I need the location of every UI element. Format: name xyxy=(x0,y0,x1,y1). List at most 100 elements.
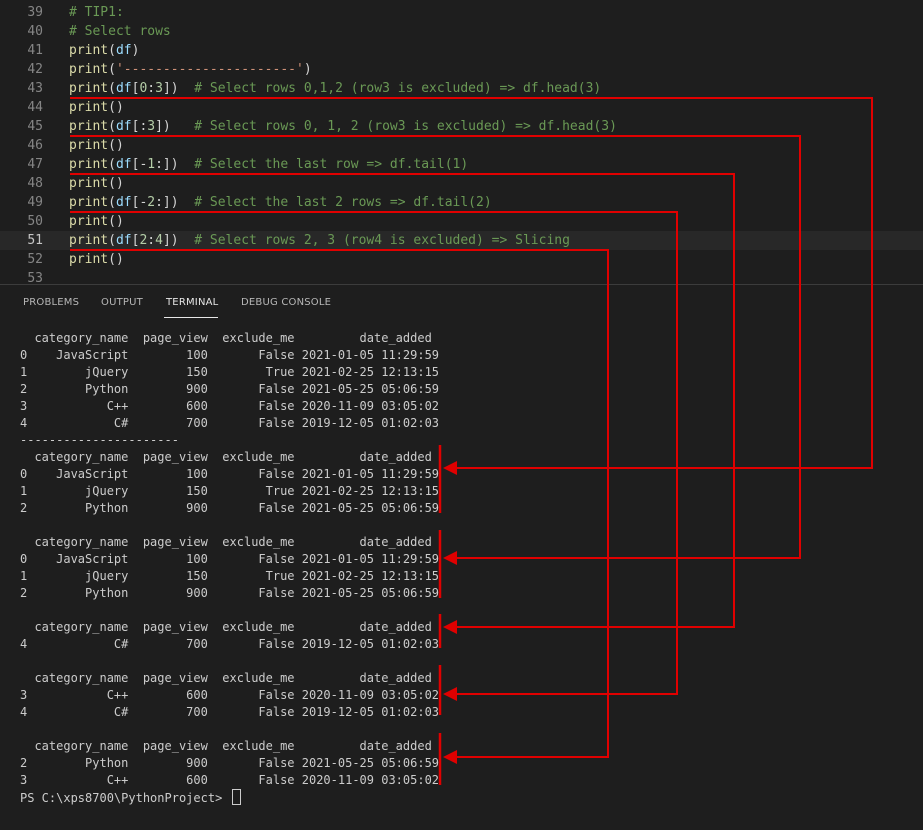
code-editor[interactable]: 39 # TIP1: 40 # Select rows 41 print(df) 42 pri… xyxy=(0,0,923,286)
code-token: print xyxy=(69,252,109,267)
terminal-line: category_name page_view exclude_me date_… xyxy=(20,739,432,753)
code-line[interactable]: 43 print(df[0:3]) # Select rows 0,1,2 (ro… xyxy=(0,79,923,98)
code-line[interactable]: 52 print() xyxy=(0,250,923,269)
code-text: print(df[2:4]) # Select rows 2, 3 (row4 … xyxy=(69,231,570,250)
terminal-line: 2 Python 900 False 2021-05-25 05:06:59 xyxy=(20,586,440,600)
code-token: print xyxy=(69,157,109,172)
code-token: print xyxy=(69,119,109,134)
line-number: 46 xyxy=(27,138,43,153)
code-token: [- xyxy=(131,195,148,210)
code-token: df xyxy=(115,157,132,172)
code-token: : xyxy=(147,233,156,248)
code-token: print xyxy=(69,176,109,191)
code-token: 3 xyxy=(147,119,156,134)
line-number: 51 xyxy=(27,233,43,248)
code-token: ( xyxy=(108,233,116,248)
terminal-line: 1 jQuery 150 True 2021-02-25 12:13:15 xyxy=(20,569,440,583)
code-line[interactable]: 49 print(df[-2:]) # Select the last 2 row… xyxy=(0,193,923,212)
code-text: print(df[:3]) # Select rows 0, 1, 2 (row… xyxy=(69,117,617,136)
tab-debug-console[interactable]: DEBUG CONSOLE xyxy=(241,297,331,308)
code-text: # Select rows xyxy=(69,22,171,41)
code-token: print xyxy=(69,214,109,229)
line-number: 40 xyxy=(27,24,43,39)
tab-terminal[interactable]: TERMINAL xyxy=(166,297,218,308)
code-token: ( xyxy=(108,157,116,172)
code-line[interactable]: 50 print() xyxy=(0,212,923,231)
code-line[interactable]: 42 print('----------------------') xyxy=(0,60,923,79)
code-token: () xyxy=(108,138,124,153)
terminal-line: 2 Python 900 False 2021-05-25 05:06:59 xyxy=(20,756,440,770)
code-token: # Select rows 0,1,2 (row3 is excluded) =… xyxy=(194,81,602,96)
code-token: print xyxy=(69,195,109,210)
line-number: 41 xyxy=(27,43,43,58)
terminal-line: 0 JavaScript 100 False 2021-01-05 11:29:… xyxy=(20,467,440,481)
code-token: '----------------------' xyxy=(115,62,304,77)
code-line[interactable]: 41 print(df) xyxy=(0,41,923,60)
code-line[interactable]: 47 print(df[-1:]) # Select the last row =… xyxy=(0,155,923,174)
code-token: () xyxy=(108,252,124,267)
code-token: ]) xyxy=(162,81,195,96)
code-line[interactable]: 40 # Select rows xyxy=(0,22,923,41)
code-token: print xyxy=(69,43,109,58)
terminal-line: 0 JavaScript 100 False 2021-01-05 11:29:… xyxy=(20,348,440,362)
code-token: :]) xyxy=(155,195,195,210)
code-token: 4 xyxy=(155,233,163,248)
line-number: 47 xyxy=(27,157,43,172)
code-token: ]) xyxy=(162,233,195,248)
bottom-panel: PROBLEMS OUTPUT TERMINAL DEBUG CONSOLE cate… xyxy=(0,284,923,830)
code-line[interactable]: 48 print() xyxy=(0,174,923,193)
line-number: 43 xyxy=(27,81,43,96)
terminal-cursor xyxy=(231,789,241,805)
tab-output[interactable]: OUTPUT xyxy=(101,297,143,308)
terminal-prompt[interactable]: PS C:\xps8700\PythonProject> xyxy=(20,789,241,806)
terminal-line: 3 C++ 600 False 2020-11-09 03:05:02 xyxy=(20,688,440,702)
code-token: df xyxy=(115,81,132,96)
terminal-line: 3 C++ 600 False 2020-11-09 03:05:02 xyxy=(20,399,440,413)
code-token: df xyxy=(115,195,132,210)
tab-problems[interactable]: PROBLEMS xyxy=(23,297,79,308)
terminal-line: 1 jQuery 150 True 2021-02-25 12:13:15 xyxy=(20,365,440,379)
code-line[interactable]: 45 print(df[:3]) # Select rows 0, 1, 2 (r… xyxy=(0,117,923,136)
line-number: 48 xyxy=(27,176,43,191)
terminal-line: 1 jQuery 150 True 2021-02-25 12:13:15 xyxy=(20,484,440,498)
terminal-line: ---------------------- xyxy=(20,433,179,447)
code-line[interactable]: 46 print() xyxy=(0,136,923,155)
code-line[interactable]: 51 print(df[2:4]) # Select rows 2, 3 (row… xyxy=(0,231,923,250)
code-token: # Select rows xyxy=(69,24,171,39)
code-token: () xyxy=(108,100,124,115)
code-token: ]) xyxy=(155,119,195,134)
code-token: # TIP1: xyxy=(69,5,124,20)
code-token: ( xyxy=(108,119,116,134)
code-line[interactable]: 39 # TIP1: xyxy=(0,3,923,22)
code-token: print xyxy=(69,138,109,153)
terminal-line: category_name page_view exclude_me date_… xyxy=(20,331,432,345)
code-token: # Select the last 2 rows => df.tail(2) xyxy=(194,195,492,210)
terminal-line: 2 Python 900 False 2021-05-25 05:06:59 xyxy=(20,382,440,396)
terminal-line: category_name page_view exclude_me date_… xyxy=(20,450,432,464)
code-token: ( xyxy=(108,43,116,58)
prompt-text: PS C:\xps8700\PythonProject> xyxy=(20,791,230,805)
code-token: print xyxy=(69,62,109,77)
code-token: # Select rows 2, 3 (row4 is excluded) =>… xyxy=(194,233,570,248)
code-token: 3 xyxy=(155,81,163,96)
code-token: print xyxy=(69,100,109,115)
code-token: 2 xyxy=(147,195,156,210)
code-token: # Select rows 0, 1, 2 (row3 is excluded)… xyxy=(194,119,617,134)
code-text: print() xyxy=(69,98,124,117)
terminal-line: category_name page_view exclude_me date_… xyxy=(20,671,432,685)
code-token: :]) xyxy=(155,157,195,172)
code-token: ( xyxy=(108,81,116,96)
line-number: 39 xyxy=(27,5,43,20)
code-line[interactable]: 44 print() xyxy=(0,98,923,117)
code-token: print xyxy=(69,233,109,248)
line-number: 42 xyxy=(27,62,43,77)
code-token: # Select the last row => df.tail(1) xyxy=(194,157,469,172)
terminal-line: category_name page_view exclude_me date_… xyxy=(20,620,432,634)
code-token: ( xyxy=(108,195,116,210)
line-number: 44 xyxy=(27,100,43,115)
terminal-line: 3 C++ 600 False 2020-11-09 03:05:02 xyxy=(20,773,440,787)
code-token: df xyxy=(115,119,132,134)
line-number: 50 xyxy=(27,214,43,229)
code-token: 1 xyxy=(147,157,156,172)
code-token: () xyxy=(108,214,124,229)
